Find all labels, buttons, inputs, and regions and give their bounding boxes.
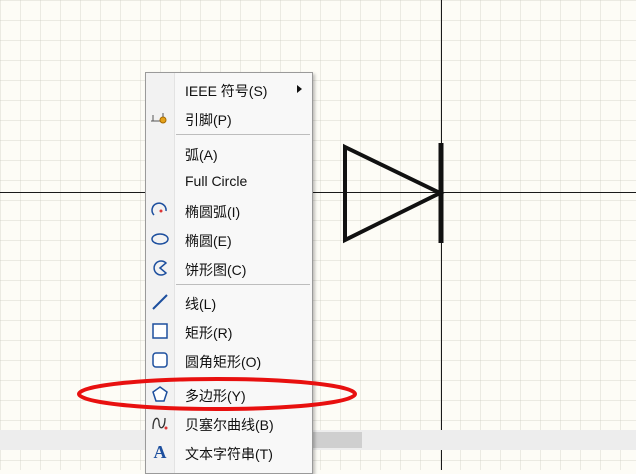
menu-item-label: 线(L) <box>185 296 217 312</box>
menu-item-rectangle[interactable]: 矩形(R) <box>146 317 312 345</box>
scrollbar-thumb[interactable] <box>312 432 362 448</box>
menu-item-line[interactable]: 线(L) <box>146 288 312 316</box>
menu-item-label: 弧(A) <box>185 147 218 163</box>
menu-item-label: 引脚(P) <box>185 112 232 128</box>
elliptical-arc-icon <box>149 200 171 220</box>
pie-icon <box>149 258 171 278</box>
menu-item-pin[interactable]: 引脚(P) <box>146 104 312 132</box>
menu-item-ieee-symbol[interactable]: IEEE 符号(S) <box>146 75 312 103</box>
menu-item-text-string[interactable]: A 文本字符串(T) <box>146 438 312 466</box>
menu-item-ellipse[interactable]: 椭圆(E) <box>146 225 312 253</box>
menu-item-label: 椭圆(E) <box>185 233 232 249</box>
horizontal-axis-line <box>0 192 636 193</box>
menu-item-label: IEEE 符号(S) <box>185 83 268 99</box>
line-icon <box>149 292 171 312</box>
menu-item-elliptical-arc[interactable]: 椭圆弧(I) <box>146 196 312 224</box>
text-icon: A <box>153 441 167 462</box>
menu-separator <box>176 134 310 135</box>
menu-item-pie[interactable]: 饼形图(C) <box>146 254 312 282</box>
bezier-icon <box>149 413 171 433</box>
menu-item-label: 文本字符串(T) <box>185 446 273 462</box>
menu-separator <box>176 284 310 285</box>
round-rectangle-icon <box>149 350 171 370</box>
menu-item-full-circle[interactable]: Full Circle <box>146 167 312 195</box>
ellipse-icon <box>149 229 171 249</box>
rectangle-icon <box>149 321 171 341</box>
red-highlight-ellipse <box>77 377 357 411</box>
menu-item-label: 圆角矩形(O) <box>185 354 262 370</box>
menu-item-label: 矩形(R) <box>185 325 233 341</box>
submenu-arrow-icon <box>297 85 302 93</box>
menu-item-bezier[interactable]: 贝塞尔曲线(B) <box>146 409 312 437</box>
menu-item-label: 贝塞尔曲线(B) <box>185 417 274 433</box>
menu-item-label: 饼形图(C) <box>185 262 247 278</box>
menu-item-round-rectangle[interactable]: 圆角矩形(O) <box>146 346 312 374</box>
diode-symbol[interactable] <box>330 135 460 255</box>
pin-icon <box>149 108 171 128</box>
menu-item-label: Full Circle <box>185 173 248 189</box>
context-menu: IEEE 符号(S) 引脚(P) 弧(A) Full Circle 椭圆弧(I)… <box>145 72 313 474</box>
menu-item-label: 椭圆弧(I) <box>185 204 241 220</box>
menu-item-arc[interactable]: 弧(A) <box>146 139 312 167</box>
